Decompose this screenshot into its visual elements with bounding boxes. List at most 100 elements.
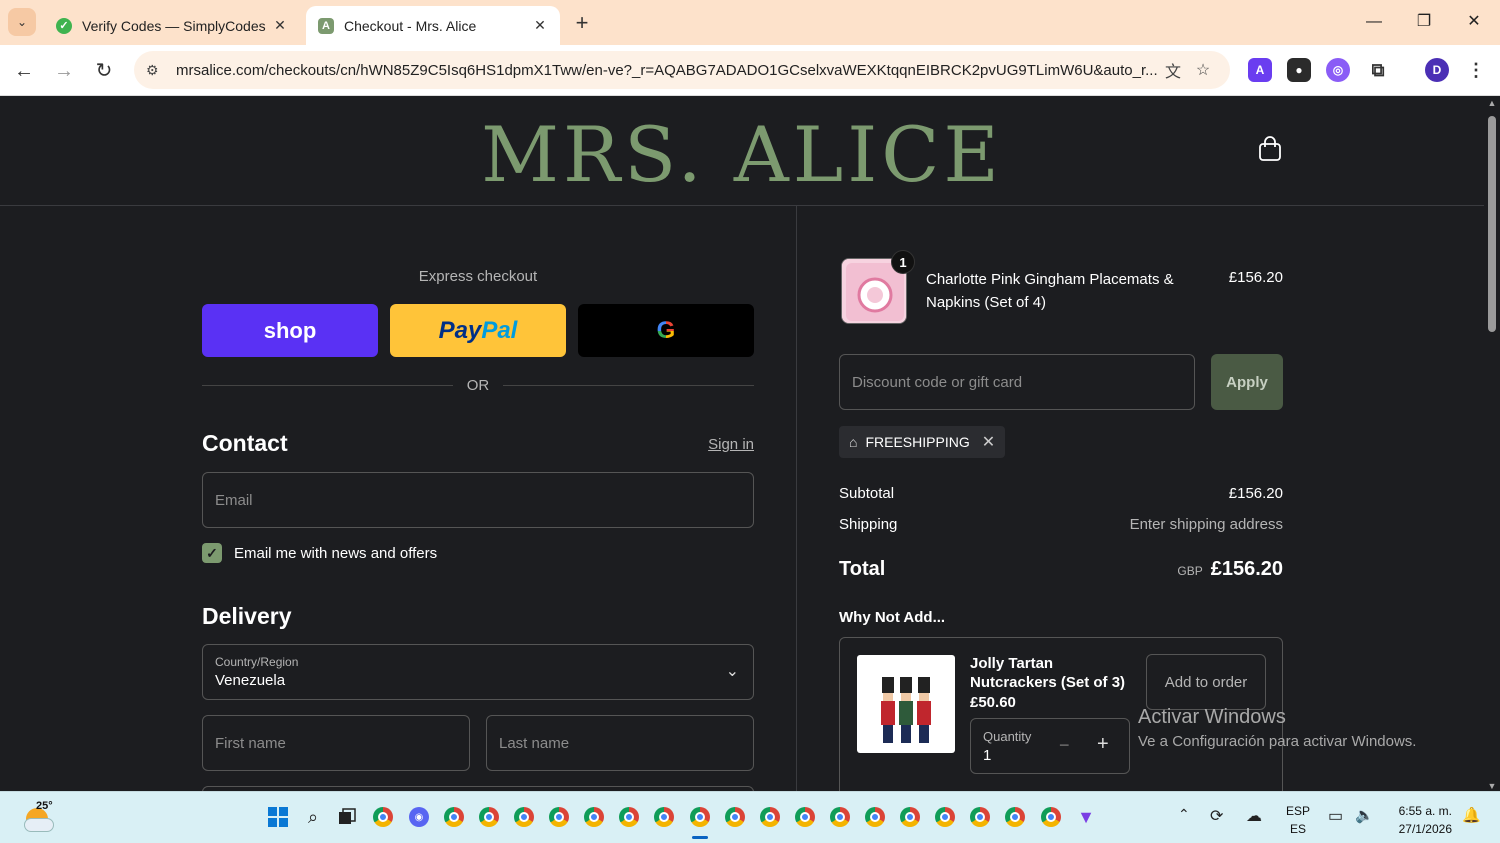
site-info-icon[interactable]: ⚙ xyxy=(146,62,166,79)
extension-swirl-icon[interactable]: ◎ xyxy=(1326,58,1350,82)
remove-discount-icon[interactable]: ✕ xyxy=(982,432,995,452)
newsletter-label: Email me with news and offers xyxy=(234,544,438,562)
filter-app-icon[interactable]: ▼ xyxy=(1075,806,1097,828)
scroll-up-icon[interactable]: ▲ xyxy=(1487,98,1497,108)
shipping-label: Shipping xyxy=(839,516,898,533)
page-scrollbar[interactable]: ▲ ▼ xyxy=(1484,96,1500,791)
scrollbar-thumb[interactable] xyxy=(1488,116,1496,332)
close-window-button[interactable]: ✕ xyxy=(1454,8,1494,36)
close-tab-icon[interactable]: ✕ xyxy=(272,17,288,34)
network-icon[interactable]: ▭ xyxy=(1328,806,1343,826)
windows-taskbar: 25° ⌕ ◉ ▼ ⌃ ⟳ ☁ ESP ES ▭ 🔈 6:55 a. m. 27… xyxy=(0,791,1500,843)
address-bar[interactable]: ⚙ mrsalice.com/checkouts/cn/hWN85Z9C5Isq… xyxy=(134,51,1230,89)
product-price: £156.20 xyxy=(1228,269,1283,286)
chrome-app-icon[interactable] xyxy=(653,806,675,828)
last-name-input[interactable] xyxy=(487,716,753,770)
first-name-input[interactable] xyxy=(203,716,469,770)
notifications-icon[interactable]: 🔔 xyxy=(1462,806,1481,824)
increase-quantity-button[interactable]: + xyxy=(1097,733,1109,756)
total-row: Total GBP £156.20 xyxy=(839,558,1283,581)
tab-checkout[interactable]: A Checkout - Mrs. Alice ✕ xyxy=(306,6,560,45)
express-checkout-title: Express checkout xyxy=(418,268,538,285)
tab-simplycodes[interactable]: ✓ Verify Codes — SimplyCodes ✕ xyxy=(44,6,300,45)
chrome-app-icon[interactable] xyxy=(583,806,605,828)
chrome-app-icon[interactable] xyxy=(372,806,394,828)
url-text[interactable]: mrsalice.com/checkouts/cn/hWN85Z9C5Isq6H… xyxy=(176,62,1158,79)
chrome-app-icon[interactable] xyxy=(829,806,851,828)
shop-pay-button[interactable]: shop xyxy=(202,304,378,357)
reload-button[interactable]: ↻ xyxy=(90,57,118,85)
weather-widget[interactable]: 25° xyxy=(22,800,56,834)
quantity-value[interactable]: 1 xyxy=(983,747,991,764)
apply-discount-button[interactable]: Apply xyxy=(1211,354,1283,410)
chrome-app-icon[interactable] xyxy=(794,806,816,828)
total-value: £156.20 xyxy=(1210,558,1283,580)
upsell-product-price: £50.60 xyxy=(970,694,1016,711)
forward-button[interactable]: → xyxy=(50,57,78,85)
chrome-app-icon[interactable] xyxy=(724,806,746,828)
newsletter-checkbox[interactable]: ✓ xyxy=(202,543,222,563)
translate-icon[interactable]: 文 xyxy=(1158,58,1188,82)
back-button[interactable]: ← xyxy=(10,57,38,85)
subtotal-value: £156.20 xyxy=(1228,485,1283,502)
country-label: Country/Region xyxy=(215,655,299,669)
task-view-icon[interactable] xyxy=(336,806,358,828)
decrease-quantity-button[interactable]: − xyxy=(1059,735,1070,756)
chrome-app-icon[interactable] xyxy=(899,806,921,828)
minimize-button[interactable]: — xyxy=(1354,8,1394,36)
start-windows-icon[interactable] xyxy=(267,806,289,828)
sign-in-link[interactable]: Sign in xyxy=(680,436,754,453)
chrome-app-icon-active[interactable] xyxy=(689,806,711,828)
add-to-order-button[interactable]: Add to order xyxy=(1146,654,1266,710)
input-language[interactable]: ESP ES xyxy=(1284,802,1312,838)
email-input[interactable] xyxy=(203,473,753,527)
chrome-app-icon[interactable] xyxy=(513,806,535,828)
extensions-puzzle-icon[interactable]: ⧉ xyxy=(1366,58,1390,82)
product-name: Charlotte Pink Gingham Placemats & Napki… xyxy=(926,271,1174,311)
tab-search-button[interactable]: ⌄ xyxy=(8,8,36,36)
chrome-app-icon[interactable] xyxy=(1040,806,1062,828)
discount-field[interactable] xyxy=(839,354,1195,410)
quantity-stepper[interactable]: Quantity 1 − + xyxy=(970,718,1130,774)
email-field[interactable] xyxy=(202,472,754,528)
checkout-form-column: Express checkout shop Pay Pal G OR Contac… xyxy=(0,206,797,791)
or-divider: OR xyxy=(202,377,754,394)
tag-icon: ⌂ xyxy=(849,434,858,450)
chrome-app-icon[interactable] xyxy=(618,806,640,828)
close-tab-icon[interactable]: ✕ xyxy=(532,17,548,34)
first-name-field[interactable] xyxy=(202,715,470,771)
browser-menu-icon[interactable]: ⋮ xyxy=(1464,58,1488,82)
or-label: OR xyxy=(466,377,490,394)
newsletter-option[interactable]: ✓ Email me with news and offers xyxy=(202,543,437,563)
new-tab-button[interactable]: + xyxy=(568,10,596,38)
sync-icon[interactable]: ⟳ xyxy=(1210,806,1223,826)
search-icon[interactable]: ⌕ xyxy=(302,806,324,828)
chrome-app-icon[interactable] xyxy=(759,806,781,828)
chrome-app-icon[interactable] xyxy=(548,806,570,828)
nutcracker-image xyxy=(857,655,955,753)
google-pay-button[interactable]: G xyxy=(578,304,754,357)
tray-overflow-icon[interactable]: ⌃ xyxy=(1178,806,1190,823)
shopping-bag-icon[interactable] xyxy=(1258,136,1282,162)
bookmark-star-icon[interactable]: ☆ xyxy=(1188,60,1218,80)
restore-button[interactable]: ❐ xyxy=(1404,8,1444,36)
discord-app-icon[interactable]: ◉ xyxy=(408,806,430,828)
paypal-button[interactable]: Pay Pal xyxy=(390,304,566,357)
country-select[interactable]: Country/Region Venezuela ⌄ xyxy=(202,644,754,700)
tab-title: Checkout - Mrs. Alice xyxy=(344,17,477,34)
chrome-app-icon[interactable] xyxy=(934,806,956,828)
extension-a-icon[interactable]: A xyxy=(1248,58,1272,82)
chrome-app-icon[interactable] xyxy=(864,806,886,828)
volume-icon[interactable]: 🔈 xyxy=(1355,806,1374,824)
profile-avatar[interactable]: D xyxy=(1425,58,1449,82)
chrome-app-icon[interactable] xyxy=(478,806,500,828)
extension-spy-icon[interactable]: ● xyxy=(1287,58,1311,82)
chrome-app-icon[interactable] xyxy=(969,806,991,828)
scroll-down-icon[interactable]: ▼ xyxy=(1487,781,1497,791)
chrome-app-icon[interactable] xyxy=(1004,806,1026,828)
chrome-app-icon[interactable] xyxy=(443,806,465,828)
last-name-field[interactable] xyxy=(486,715,754,771)
system-clock[interactable]: 6:55 a. m. 27/1/2026 xyxy=(1390,802,1452,838)
onedrive-icon[interactable]: ☁ xyxy=(1246,806,1262,826)
discount-input[interactable] xyxy=(840,355,1194,409)
